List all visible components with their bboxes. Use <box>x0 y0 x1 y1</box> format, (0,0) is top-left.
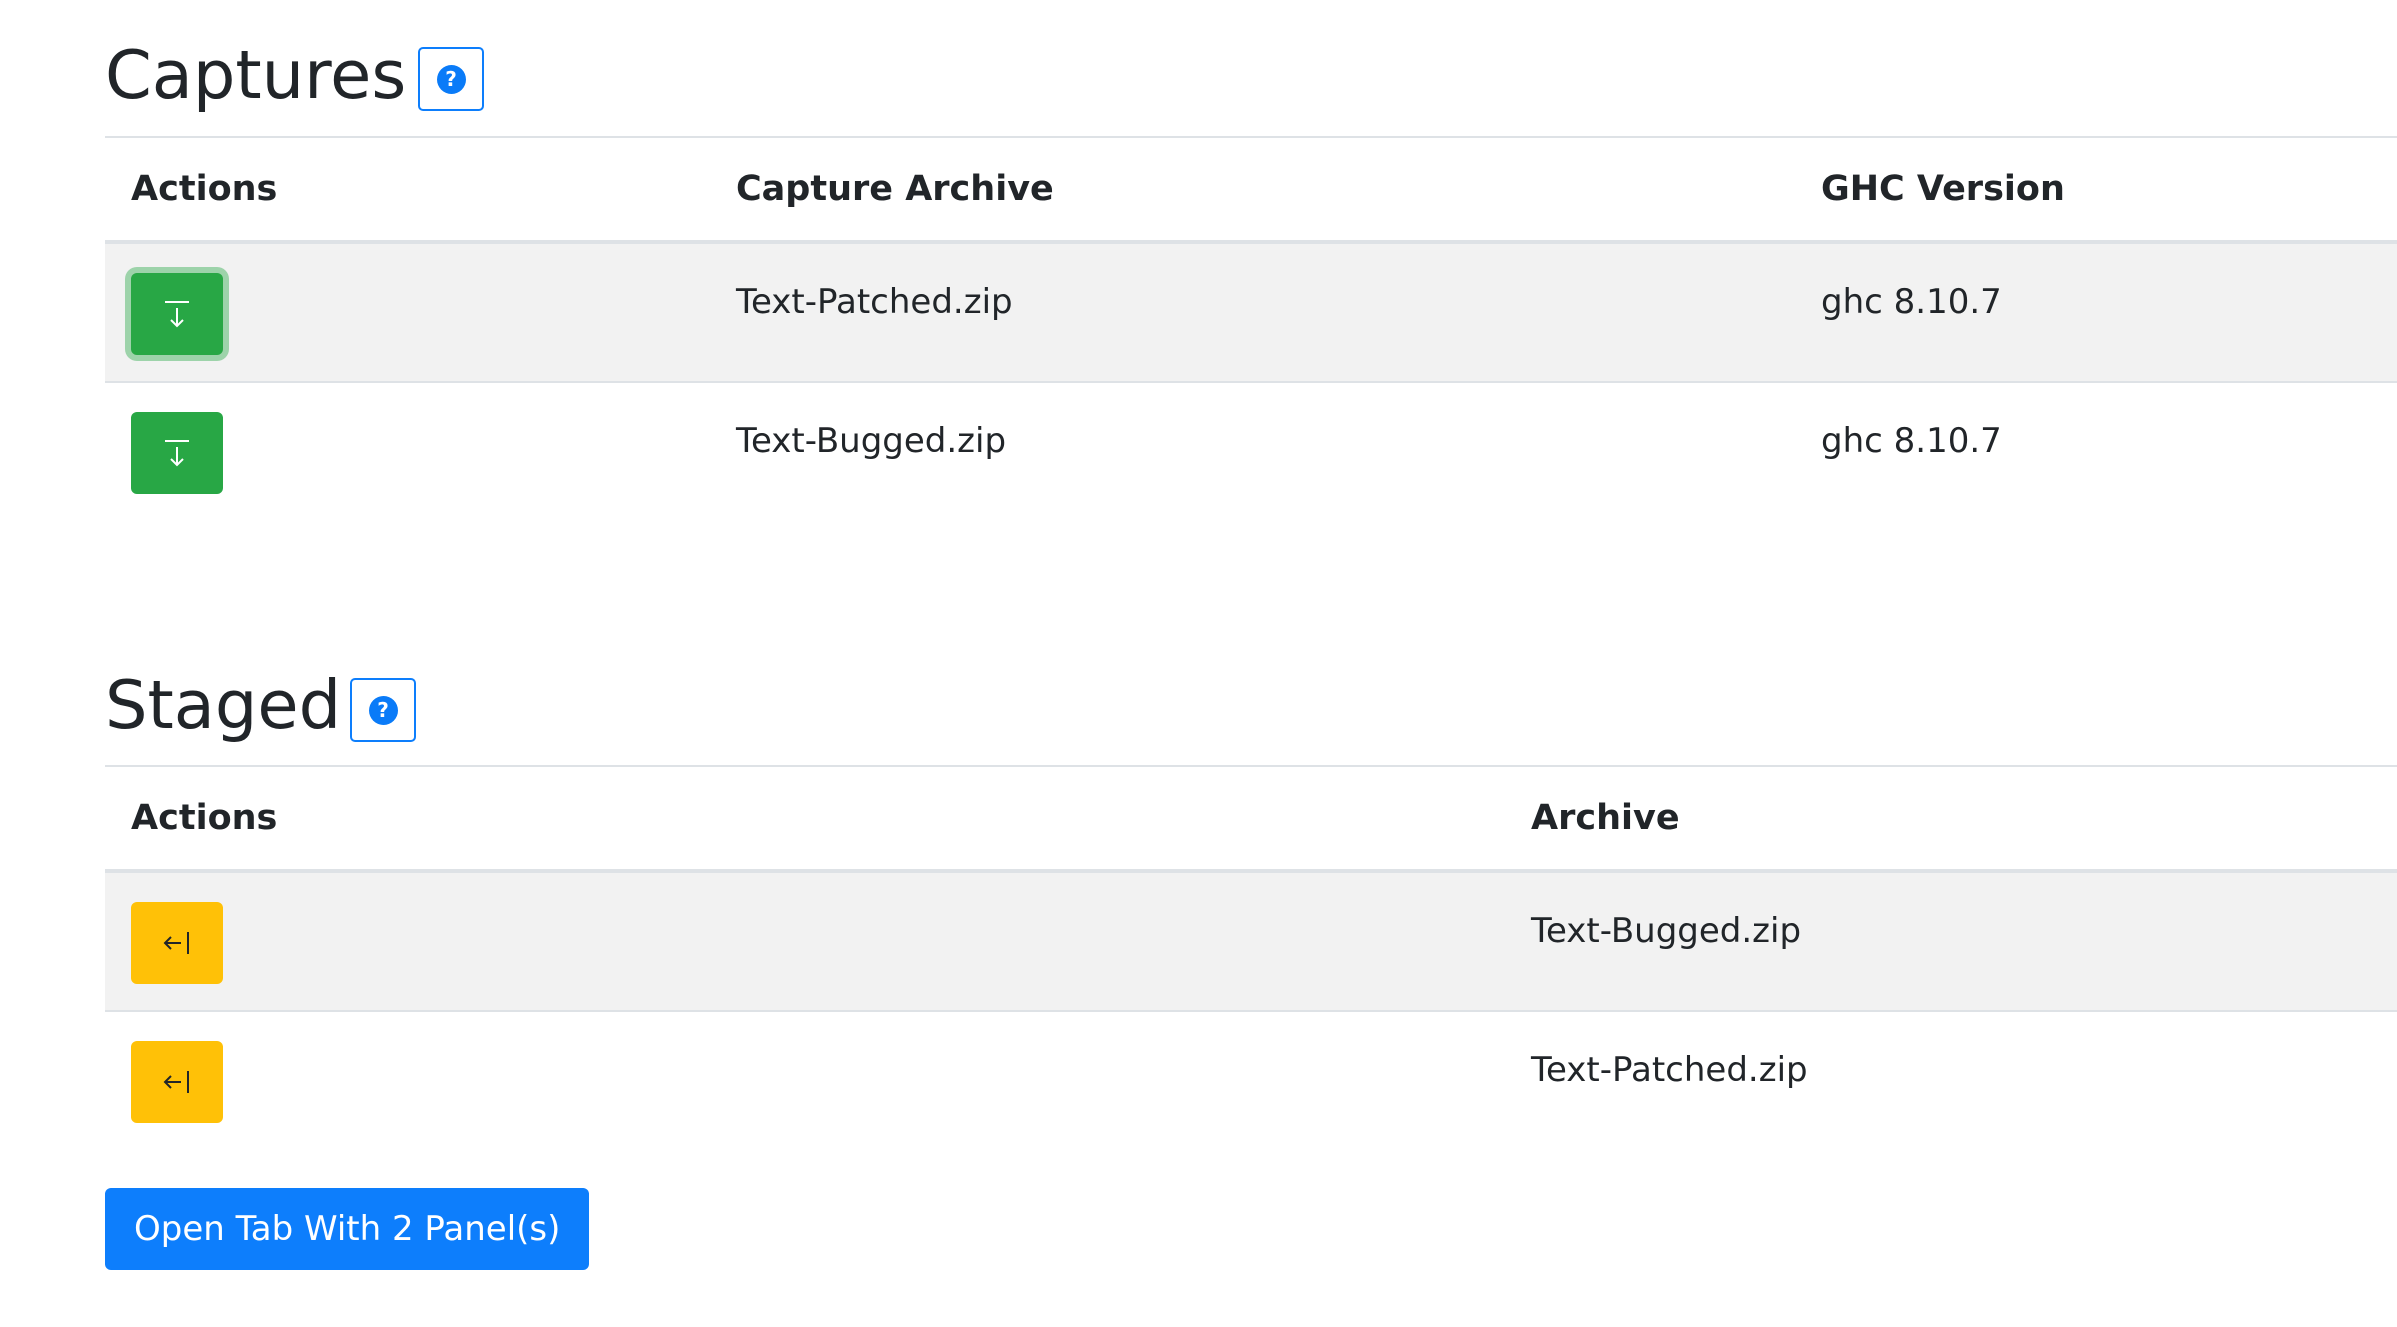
captures-table-header: Actions Capture Archive GHC Version <box>105 136 2397 244</box>
ghc-version-cell: ghc 8.10.7 <box>1821 282 2002 322</box>
staged-archive-cell: Text-Patched.zip <box>1531 1050 1808 1090</box>
staged-help-button[interactable]: ? <box>350 678 416 742</box>
staged-table: Actions Archive Text-Bugged.zip Text-Pat… <box>105 765 2397 1151</box>
staged-title: Staged <box>105 666 342 744</box>
unstage-icon <box>163 1071 189 1093</box>
help-icon: ? <box>368 695 398 725</box>
table-row: Text-Bugged.zip <box>105 873 2397 1012</box>
ghc-version-cell: ghc 8.10.7 <box>1821 421 2002 461</box>
capture-archive-cell: Text-Bugged.zip <box>736 421 1007 461</box>
table-row: Text-Patched.zip ghc 8.10.7 <box>105 244 2397 383</box>
help-icon: ? <box>436 64 466 94</box>
unstage-button[interactable] <box>131 902 223 984</box>
page: Captures ? Actions Capture Archive GHC V… <box>0 0 2397 1327</box>
download-icon <box>165 301 189 328</box>
unstage-button[interactable] <box>131 1041 223 1123</box>
captures-title: Captures <box>105 36 407 114</box>
table-row: Text-Bugged.zip ghc 8.10.7 <box>105 383 2397 522</box>
captures-help-button[interactable]: ? <box>418 47 484 111</box>
column-header-actions: Actions <box>131 798 278 838</box>
column-header-ghc-version: GHC Version <box>1821 169 2065 209</box>
download-icon <box>165 440 189 467</box>
staged-archive-cell: Text-Bugged.zip <box>1531 911 1802 951</box>
table-row: Text-Patched.zip <box>105 1012 2397 1151</box>
column-header-archive: Archive <box>1531 798 1680 838</box>
download-button[interactable] <box>131 412 223 494</box>
download-button[interactable] <box>131 273 223 355</box>
open-tab-button[interactable]: Open Tab With 2 Panel(s) <box>105 1188 590 1270</box>
captures-table: Actions Capture Archive GHC Version Text… <box>105 136 2397 522</box>
column-header-actions: Actions <box>131 169 278 209</box>
unstage-icon <box>163 932 189 954</box>
staged-table-header: Actions Archive <box>105 765 2397 873</box>
capture-archive-cell: Text-Patched.zip <box>736 282 1013 322</box>
column-header-capture-archive: Capture Archive <box>736 169 1054 209</box>
